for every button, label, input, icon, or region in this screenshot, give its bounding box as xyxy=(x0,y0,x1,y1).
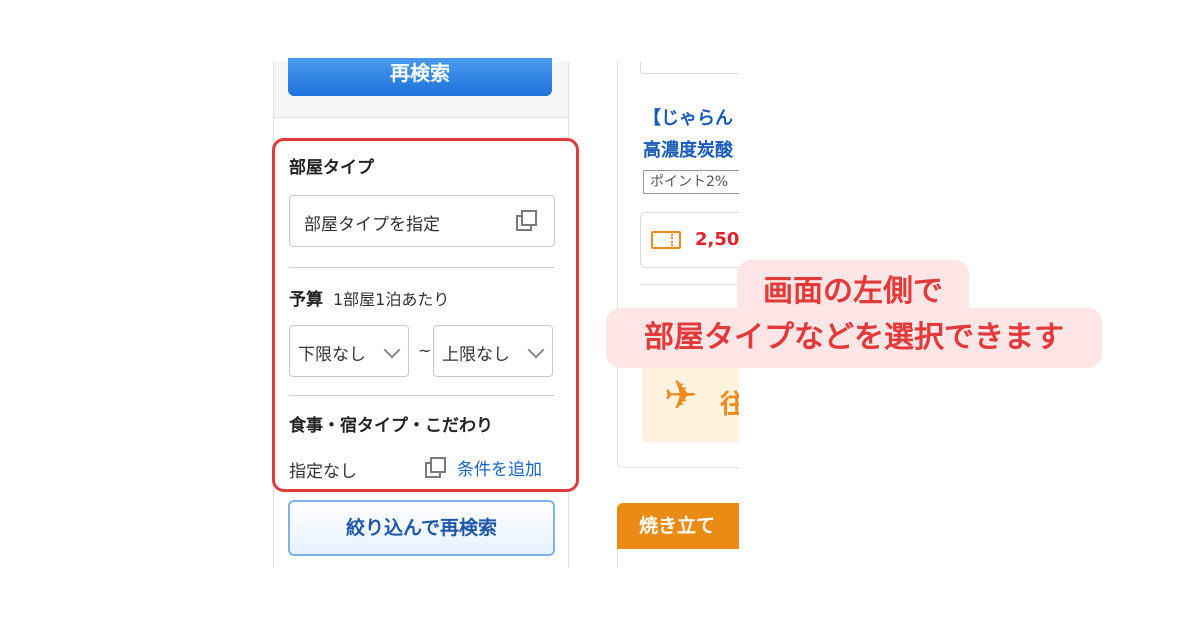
result-list: 【じゃらん 高濃度炭酸 ポイント2% 2,500 ✈ 往 xyxy=(617,62,739,468)
budget-max-select[interactable]: 上限なし xyxy=(433,325,553,377)
filter-panel-highlight: 部屋タイプ 部屋タイプを指定 予算 1部屋1泊あたり 下限なし ~ 上限なし 食事… xyxy=(272,138,579,492)
room-type-heading: 部屋タイプ xyxy=(289,158,374,178)
room-type-select-label: 部屋タイプを指定 xyxy=(304,215,440,235)
divider xyxy=(289,267,555,268)
divider xyxy=(640,284,739,285)
chevron-down-icon xyxy=(383,341,401,359)
budget-min-label: 下限なし xyxy=(298,345,366,365)
budget-note: 1部屋1泊あたり xyxy=(333,290,450,309)
divider xyxy=(289,395,555,396)
room-type-select[interactable]: 部屋タイプを指定 xyxy=(289,195,555,247)
plan-title-link[interactable]: 【じゃらん xyxy=(643,104,733,130)
section-tab[interactable]: 焼き立て xyxy=(617,503,739,549)
copy-icon xyxy=(425,457,447,479)
point-badge: ポイント2% xyxy=(643,170,739,194)
research-button[interactable]: 再検索 xyxy=(288,58,552,96)
callout-line-2: 部屋タイプなどを選択できます xyxy=(606,308,1102,368)
add-condition-label: 条件を追加 xyxy=(457,460,542,480)
budget-heading: 予算 1部屋1泊あたり xyxy=(289,285,449,310)
previous-card xyxy=(640,62,739,74)
air-ticket-banner[interactable]: ✈ 往 xyxy=(642,362,739,442)
budget-title: 予算 xyxy=(289,290,323,310)
copy-icon xyxy=(516,210,538,232)
air-banner-text: 往 xyxy=(720,384,739,421)
budget-min-select[interactable]: 下限なし xyxy=(289,325,409,377)
search-box: 再検索 xyxy=(274,58,568,118)
chevron-down-icon xyxy=(527,341,545,359)
ticket-icon xyxy=(651,231,681,249)
meal-type-heading: 食事・宿タイプ・こだわり xyxy=(289,416,493,436)
narrow-research-button[interactable]: 絞り込んで再検索 xyxy=(288,500,555,556)
coupon-card[interactable]: 2,500 xyxy=(640,212,739,268)
range-separator: ~ xyxy=(418,341,432,360)
airplane-icon: ✈ xyxy=(664,373,698,419)
coupon-amount: 2,500 xyxy=(695,229,739,250)
list-border xyxy=(617,549,618,568)
budget-max-label: 上限なし xyxy=(442,345,510,365)
meal-type-value: 指定なし xyxy=(289,462,357,482)
plan-subtitle-link[interactable]: 高濃度炭酸 xyxy=(643,136,733,162)
